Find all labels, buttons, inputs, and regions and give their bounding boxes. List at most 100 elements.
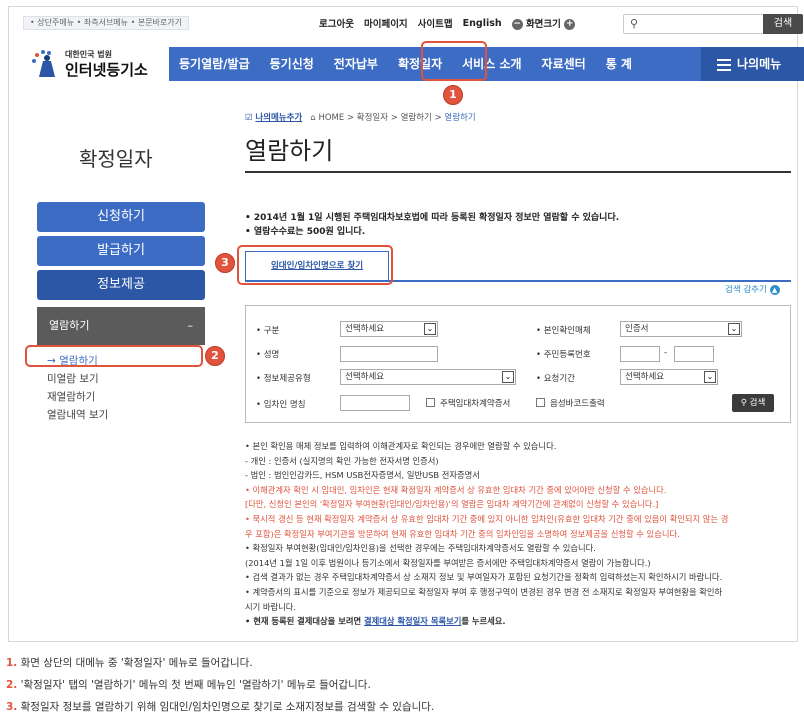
resident-no-separator: - — [664, 348, 668, 358]
add-my-menu-link[interactable]: 나의메뉴추가 — [255, 113, 302, 123]
zoom-out-icon[interactable]: − — [511, 19, 523, 30]
screen-size-control: − 화면크기 + — [511, 16, 576, 30]
sidebar-item-issue[interactable]: 발급하기 — [37, 236, 205, 266]
sidebar-subitem-review[interactable]: 재열람하기 — [47, 388, 108, 406]
logout-link[interactable]: 로그아웃 — [319, 16, 354, 30]
collapse-icon[interactable]: – — [188, 307, 194, 345]
type-select[interactable]: 선택하세요 ⌄ — [340, 321, 438, 337]
marker-1: 1 — [443, 85, 463, 105]
search-icon: ⚲ — [630, 17, 639, 30]
marker-3: 3 — [215, 253, 235, 273]
period-select[interactable]: 선택하세요 ⌄ — [620, 369, 718, 385]
caption-text: 확정일자 정보를 열람하기 위해 임대인/임차인명으로 찾기로 소재지정보를 검… — [17, 701, 435, 713]
sidebar-item-apply[interactable]: 신청하기 — [37, 202, 205, 232]
tenant-name-label: • 임차인 명칭 — [256, 400, 306, 410]
sidebar-submenu-header[interactable]: 열람하기 – — [37, 307, 205, 345]
info-line: 시기 바랍니다. — [245, 601, 297, 612]
barcode-checkbox-label: 음성바코드출력 — [550, 399, 605, 409]
utility-menu: 로그아웃 마이페이지 사이트맵 English − 화면크기 + — [319, 12, 576, 34]
marker-2: 2 — [205, 346, 225, 366]
info-type-select[interactable]: 선택하세요 ⌄ — [340, 369, 516, 385]
sitemap-link[interactable]: 사이트맵 — [418, 16, 453, 30]
chevron-down-icon: ⌄ — [424, 323, 436, 335]
contract-checkbox-label: 주택임대차계약증서 — [440, 399, 511, 409]
nav-statistics[interactable]: 통 계 — [596, 47, 642, 81]
breadcrumb-home[interactable]: HOME — [318, 113, 344, 123]
barcode-checkbox[interactable] — [536, 398, 545, 407]
search-input[interactable]: ⚲ 검색 — [623, 14, 803, 34]
caption-2: 2. '확정일자' 탭의 '열람하기' 메뉴의 첫 번째 메뉴인 '열람하기' … — [6, 674, 434, 696]
payment-list-line: • 현재 등록된 결제대상을 보려면 결제대상 확정일자 목록보기를 누르세요. — [245, 614, 795, 629]
sidebar-item-info[interactable]: 정보제공 — [37, 270, 205, 300]
home-icon: ⌂ — [310, 113, 316, 123]
info-line: • 본인 확인용 매체 정보를 입력하여 이해관계자로 확인되는 경우에만 열람… — [245, 441, 557, 451]
chevron-down-icon: ⌄ — [728, 323, 740, 335]
sidebar-title: 확정일자 — [79, 147, 153, 171]
notice-line: • 2014년 1월 1일 시행된 주택임대차보호법에 따라 등록된 확정일자 … — [245, 213, 620, 223]
top-utility-bar: • 상단주메뉴 • 좌측서브메뉴 • 본문바로가기 로그아웃 마이페이지 사이트… — [19, 12, 803, 34]
notice-list: • 2014년 1월 1일 시행된 주택임대차보호법에 따라 등록된 확정일자 … — [245, 211, 619, 239]
id-method-select[interactable]: 인증서 ⌄ — [620, 321, 742, 337]
resident-no-back-input[interactable] — [674, 346, 714, 362]
logo-title: 인터넷등기소 — [65, 61, 148, 79]
hide-search-label: 검색 감추기 — [725, 285, 767, 295]
type-select-value: 선택하세요 — [345, 324, 385, 334]
breadcrumb-path: > 확정일자 > 열람하기 > — [346, 113, 442, 123]
caption-number: 3. — [6, 701, 18, 713]
caption-number: 1. — [6, 657, 18, 669]
form-search-button[interactable]: ⚲ 검색 — [732, 394, 774, 412]
highlight-box-2 — [25, 345, 203, 367]
contract-checkbox[interactable] — [426, 398, 435, 407]
site-logo[interactable]: 대한민국 법원 인터넷등기소 — [29, 47, 159, 81]
resident-no-front-input[interactable] — [620, 346, 660, 362]
caption-1: 1. 화면 상단의 대메뉴 중 '확정일자' 메뉴로 들어갑니다. — [6, 652, 434, 674]
info-line: • 계약증서의 표시를 기준으로 정보가 제공되므로 확정일자 부여 후 행정구… — [245, 586, 723, 597]
info-list: • 본인 확인용 매체 정보를 입력하여 이해관계자로 확인되는 경우에만 열람… — [245, 439, 795, 629]
id-method-value: 인증서 — [625, 324, 649, 334]
page-title: 열람하기 — [245, 137, 334, 165]
name-input[interactable] — [340, 346, 438, 362]
mypage-link[interactable]: 마이페이지 — [364, 16, 408, 30]
highlight-box-1 — [421, 41, 487, 81]
nav-e-payment[interactable]: 전자납부 — [324, 47, 388, 81]
info-line-warning: • 이해관계자 확인 시 임대인, 임차인은 현재 확정일자 계약증서 상 유효… — [245, 484, 667, 495]
search-form: • 구분 선택하세요 ⌄ • 본인확인매체 인증서 ⌄ • 성명 • 주민등록번… — [245, 305, 791, 423]
info-type-label: • 정보제공유형 — [256, 374, 311, 384]
favorite-check-icon: ☑ — [245, 113, 253, 123]
zoom-in-icon[interactable]: + — [564, 19, 576, 30]
name-label: • 성명 — [256, 350, 280, 360]
info-type-value: 선택하세요 — [345, 372, 385, 382]
nav-registry-apply[interactable]: 등기신청 — [260, 47, 324, 81]
screen-size-label: 화면크기 — [525, 19, 561, 30]
period-value: 선택하세요 — [625, 372, 665, 382]
chevron-down-icon: ⌄ — [502, 371, 514, 383]
hide-search-toggle[interactable]: 검색 감추기 ▲ — [725, 283, 780, 295]
payment-list-pre: • 현재 등록된 결제대상을 보려면 — [245, 616, 364, 627]
form-search-label: 검색 — [749, 398, 766, 408]
nav-data-center[interactable]: 자료센터 — [532, 47, 596, 81]
nav-registry-view[interactable]: 등기열람/발급 — [169, 47, 260, 81]
info-line: • 확정일자 부여현황(임대인/임차인용)을 선택한 경우에는 주택임대차계약증… — [245, 543, 596, 554]
type-label: • 구분 — [256, 326, 280, 336]
payment-list-link[interactable]: 결제대상 확정일자 목록보기 — [364, 616, 461, 626]
search-button[interactable]: 검색 — [763, 14, 803, 34]
payment-list-post: 를 누르세요. — [461, 616, 506, 627]
caption-number: 2. — [6, 679, 18, 691]
breadcrumb-current: 열람하기 — [444, 113, 476, 123]
info-line: - 개인 : 인증서 (실지명의 확인 가능한 전자서명 인증서) — [245, 455, 439, 466]
sidebar-subitem-unviewed[interactable]: 미열람 보기 — [47, 370, 108, 388]
hamburger-icon — [717, 56, 731, 74]
submenu-header-label: 열람하기 — [49, 319, 90, 332]
info-line: • 검색 결과가 없는 경우 주택임대차계약증서 상 소재지 정보 및 부여일자… — [245, 572, 723, 583]
title-divider — [245, 171, 791, 173]
sidebar-subitem-history[interactable]: 열람내역 보기 — [47, 406, 108, 424]
tenant-name-input[interactable] — [340, 395, 410, 411]
english-link[interactable]: English — [463, 18, 502, 29]
my-menu-button[interactable]: 나의메뉴 — [701, 47, 804, 81]
info-line-warning: [다만, 신청인 본인의 '확정일자 부여현황(임대인/임차인용)'의 열람은 … — [245, 499, 659, 510]
skip-links[interactable]: • 상단주메뉴 • 좌측서브메뉴 • 본문바로가기 — [23, 16, 189, 30]
info-line-warning: 우 포함)은 확정일자 부여기관을 방문하여 현재 유효한 임대차 기간 중의 … — [245, 528, 680, 539]
chevron-down-icon: ⌄ — [704, 371, 716, 383]
highlight-box-3 — [237, 245, 393, 285]
notice-line: • 열람수수료는 500원 입니다. — [245, 227, 366, 237]
